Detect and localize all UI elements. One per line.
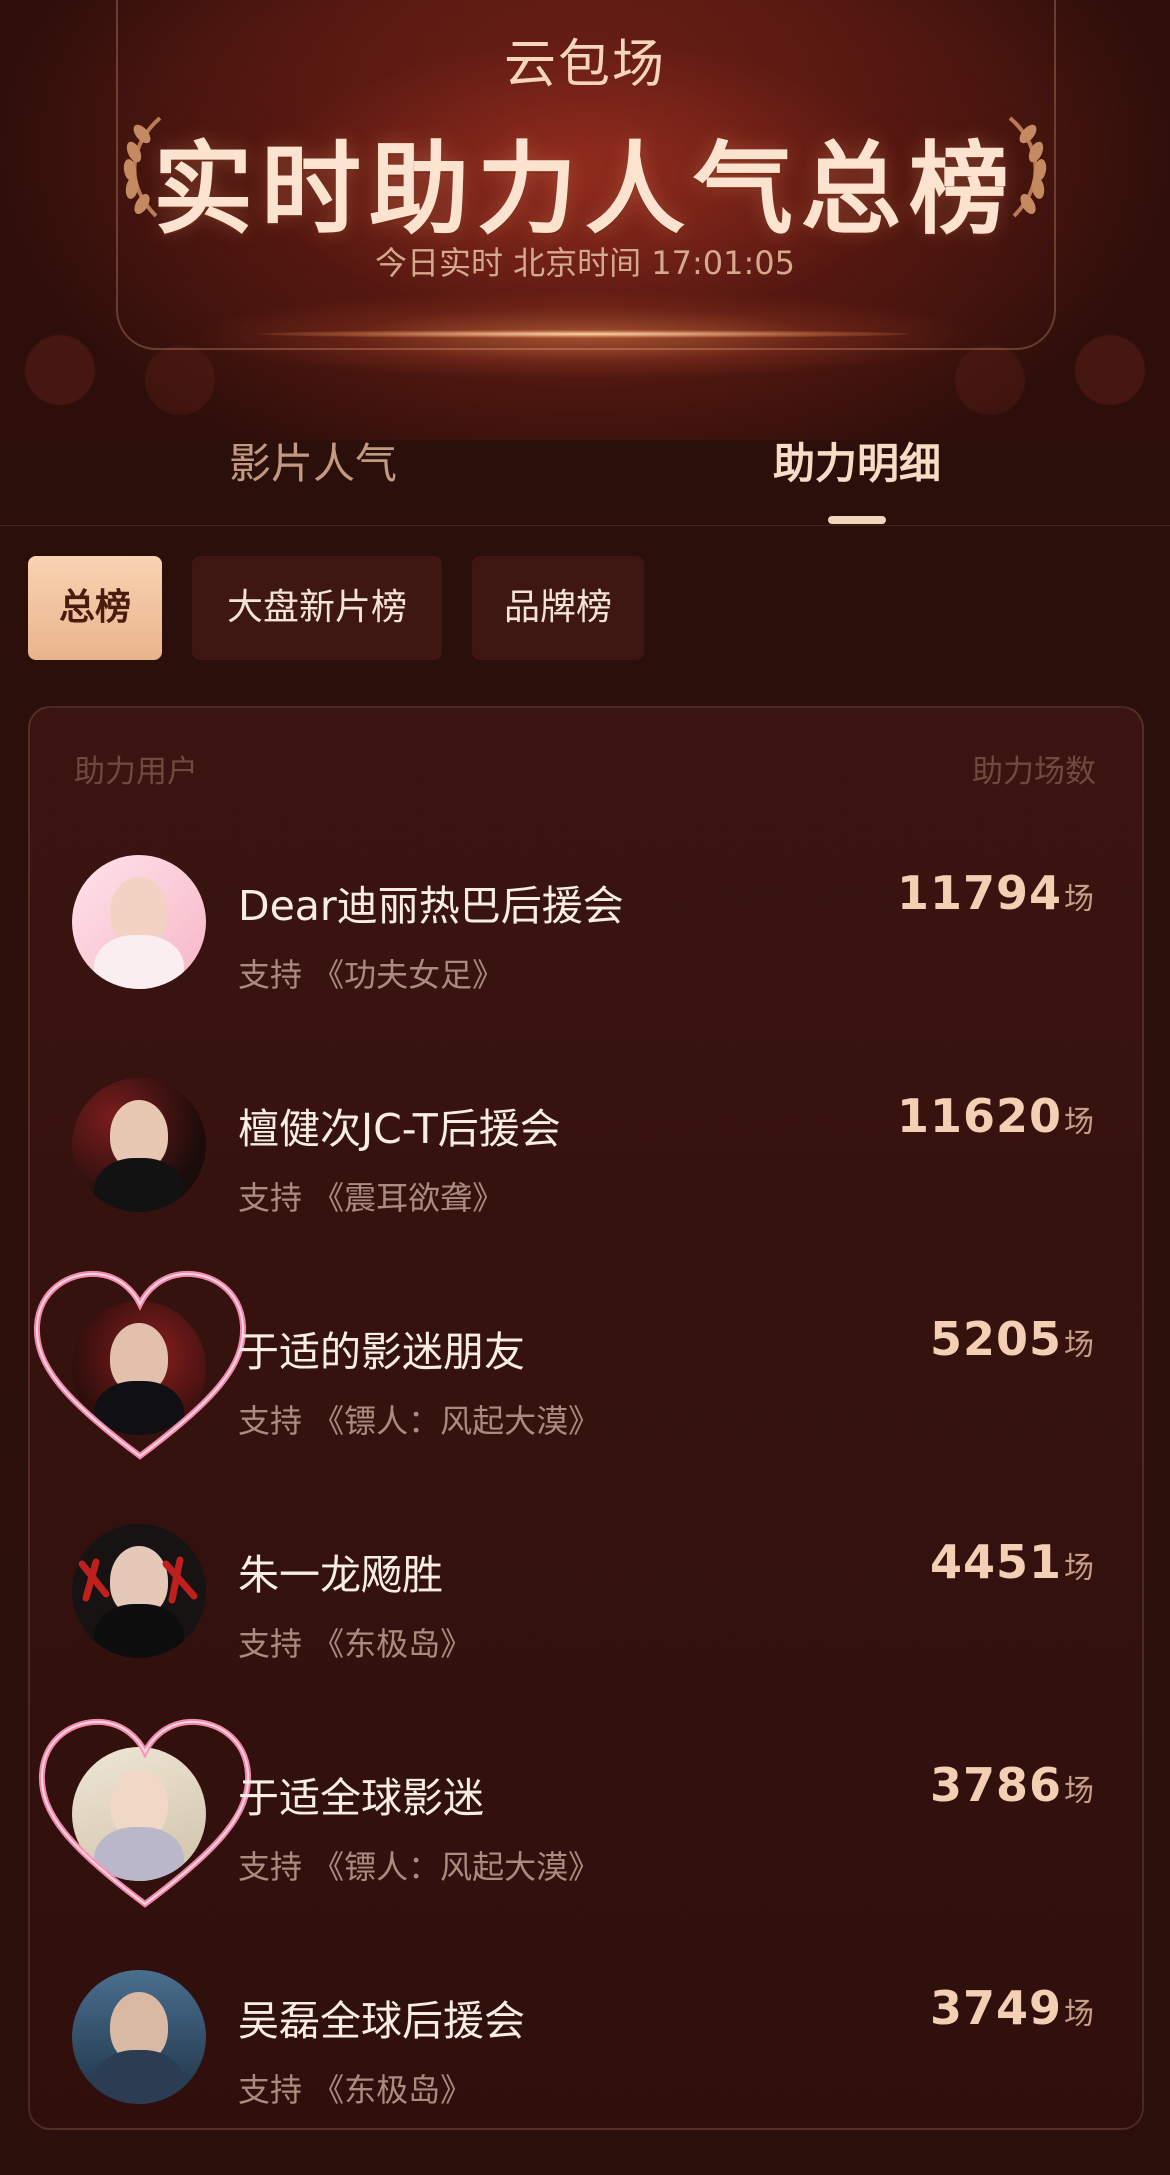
- active-tab-indicator: [828, 516, 886, 524]
- header-subtitle: 云包场: [503, 35, 666, 95]
- chip-overall-ranking[interactable]: 总榜: [28, 556, 162, 660]
- supported-movie: 支持 《镖人：风起大漠》: [238, 1848, 601, 1886]
- supported-movie: 支持 《震耳欲聋》: [238, 1179, 505, 1217]
- count-unit: 场: [1064, 1997, 1094, 2032]
- supporter-name[interactable]: 檀健次JC-T后援会: [238, 1095, 561, 1155]
- count-unit: 场: [1064, 1105, 1094, 1140]
- supported-movie: 支持 《东极岛》: [238, 2071, 473, 2109]
- support-count: 4451场: [930, 1535, 1094, 1589]
- header-banner: 云包场 实时助力人气总榜 今日实时 北京时间 17:01:05: [0, 0, 1170, 440]
- count-value: 3786: [929, 1758, 1062, 1812]
- avatar[interactable]: [72, 1970, 206, 2104]
- supporter-name[interactable]: Dear迪丽热巴后援会: [238, 872, 624, 932]
- support-count: 5205场: [930, 1312, 1094, 1366]
- column-header-user: 助力用户: [74, 754, 198, 790]
- stage-light: [260, 330, 910, 338]
- chip-new-release-ranking[interactable]: 大盘新片榜: [192, 556, 442, 660]
- column-header-count: 助力场数: [972, 754, 1096, 790]
- realtime-timestamp: 今日实时 北京时间 17:01:05: [374, 244, 796, 282]
- heart-frame-icon: [33, 1270, 247, 1460]
- list-item[interactable]: 吴磊全球后援会 支持 《东极岛》 3749场: [0, 1955, 1170, 2175]
- supporter-name[interactable]: 于适全球影迷: [238, 1764, 484, 1824]
- supported-movie: 支持 《东极岛》: [238, 1625, 473, 1663]
- count-value: 5205: [929, 1312, 1062, 1366]
- supporter-name[interactable]: 朱一龙飏胜: [238, 1541, 443, 1601]
- avatar[interactable]: [72, 1524, 206, 1658]
- count-unit: 场: [1064, 1774, 1094, 1809]
- tab-movie-popularity[interactable]: 影片人气: [163, 430, 463, 491]
- support-count: 3749场: [930, 1981, 1094, 2035]
- chip-brand-ranking[interactable]: 品牌榜: [472, 556, 644, 660]
- list-item[interactable]: 朱一龙飏胜 支持 《东极岛》 4451场: [0, 1509, 1170, 1729]
- supporter-name[interactable]: 于适的影迷朋友: [238, 1318, 525, 1378]
- tab-support-details[interactable]: 助力明细: [707, 430, 1007, 491]
- supported-movie: 支持 《镖人：风起大漠》: [238, 1402, 601, 1440]
- support-count: 3786场: [930, 1758, 1094, 1812]
- avatar[interactable]: [72, 855, 206, 989]
- avatar-calligraphy-decoration: [78, 1556, 198, 1604]
- list-item[interactable]: 于适全球影迷 支持 《镖人：风起大漠》 3786场: [0, 1718, 1170, 1952]
- tabs-divider: [0, 525, 1170, 526]
- heart-frame-icon: [38, 1718, 252, 1908]
- count-value: 4451: [929, 1535, 1062, 1589]
- list-item[interactable]: Dear迪丽热巴后援会 支持 《功夫女足》 11794场: [0, 840, 1170, 1060]
- count-value: 3749: [929, 1981, 1062, 2035]
- count-unit: 场: [1064, 882, 1094, 917]
- count-unit: 场: [1064, 1551, 1094, 1586]
- main-tabs: 影片人气 助力明细: [0, 430, 1170, 525]
- avatar[interactable]: [72, 1078, 206, 1212]
- count-value: 11794: [896, 866, 1062, 920]
- list-item[interactable]: 于适的影迷朋友 支持 《镖人：风起大漠》 5205场: [0, 1270, 1170, 1506]
- count-unit: 场: [1064, 1328, 1094, 1363]
- support-count: 11794场: [897, 866, 1094, 920]
- supporter-name[interactable]: 吴磊全球后援会: [238, 1987, 525, 2047]
- page-title: 实时助力人气总榜: [153, 131, 1017, 248]
- count-value: 11620: [896, 1089, 1062, 1143]
- supported-movie: 支持 《功夫女足》: [238, 956, 505, 994]
- support-count: 11620场: [897, 1089, 1094, 1143]
- list-item[interactable]: 檀健次JC-T后援会 支持 《震耳欲聋》 11620场: [0, 1063, 1170, 1283]
